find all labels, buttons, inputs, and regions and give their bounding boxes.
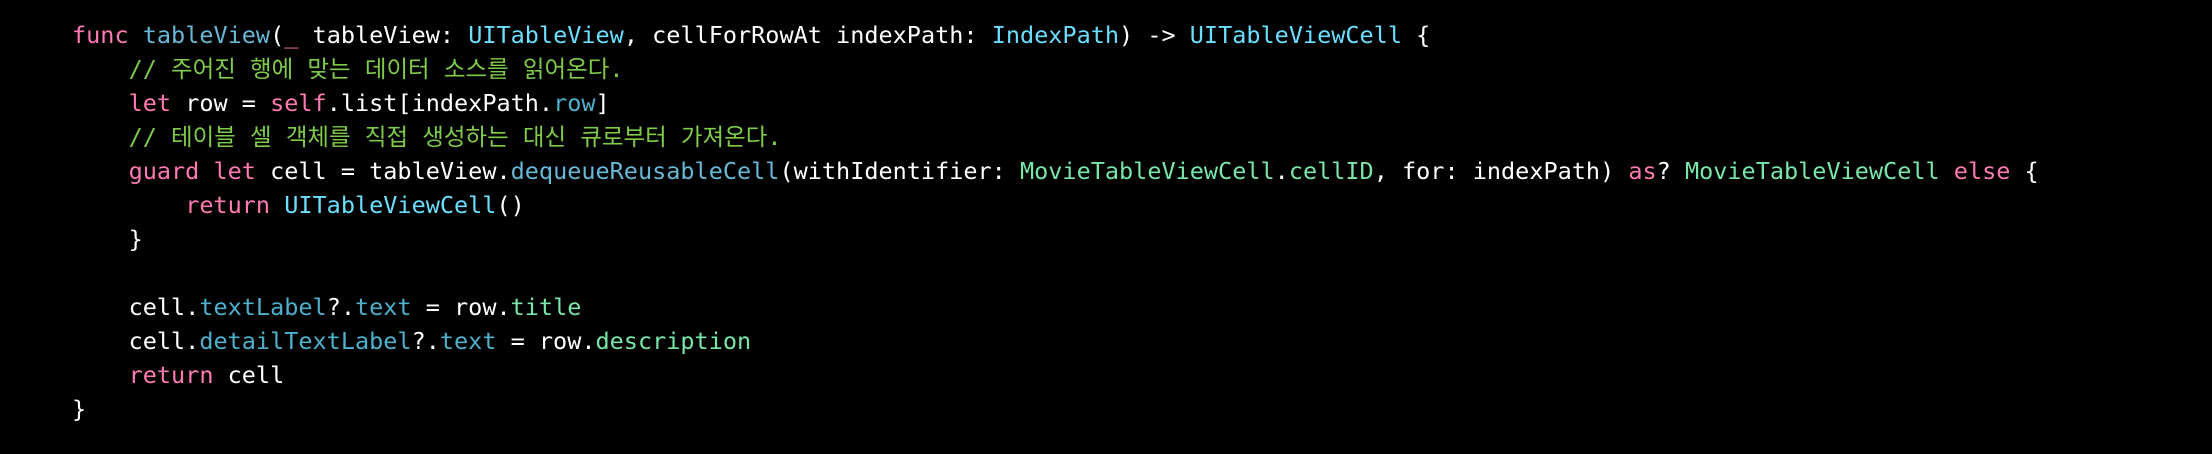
code-token: ] <box>595 89 610 117</box>
code-token: row <box>553 89 596 117</box>
code-token: text <box>439 327 497 355</box>
code-token: (withIdentifier: <box>779 157 1020 185</box>
code-token: MovieTableViewCell <box>1684 157 1940 185</box>
code-token: cell. <box>72 327 200 355</box>
code-token: UITableView <box>468 21 624 49</box>
code-token: // 주어진 행에 맞는 데이터 소스를 읽어온다. <box>72 55 624 83</box>
code-token: self <box>270 89 327 117</box>
code-token: , cellForRowAt indexPath: <box>623 21 992 49</box>
code-line: // 테이블 셀 객체를 직접 생성하는 대신 큐로부터 가져온다. <box>72 120 782 154</box>
code-token: ( <box>270 21 285 49</box>
code-token: UITableViewCell <box>284 191 497 219</box>
code-token: . <box>1274 157 1289 185</box>
code-token: { <box>1402 21 1431 49</box>
code-token: let <box>128 89 172 117</box>
code-line: guard let cell = tableView.dequeueReusab… <box>72 154 2039 188</box>
code-token: ? <box>1656 157 1685 185</box>
code-token: tableView: <box>298 21 469 49</box>
code-line: cell.textLabel?.text = row.title <box>72 290 582 324</box>
code-line: } <box>72 222 143 256</box>
code-line: return cell <box>72 358 285 392</box>
code-token: , for: indexPath) <box>1373 157 1629 185</box>
code-token: MovieTableViewCell <box>1019 157 1275 185</box>
code-token: else <box>1953 157 2011 185</box>
code-token: () <box>496 191 525 219</box>
code-token: .list[indexPath. <box>326 89 554 117</box>
code-token: _ <box>284 21 299 49</box>
code-token: let <box>213 157 256 185</box>
code-token: title <box>510 293 582 321</box>
code-editor: func tableView(_ tableView: UITableView,… <box>0 0 2212 454</box>
code-token: tableView <box>142 21 271 49</box>
code-token: ) -> <box>1119 21 1190 49</box>
code-token: IndexPath <box>991 21 1120 49</box>
code-token: } <box>72 225 143 253</box>
code-token: textLabel <box>199 293 327 321</box>
code-token: cell. <box>72 293 200 321</box>
code-token: return <box>185 191 271 219</box>
code-line: func tableView(_ tableView: UITableView,… <box>72 18 1430 52</box>
code-token: } <box>72 395 87 423</box>
code-token: return <box>128 361 214 389</box>
code-token: guard <box>128 157 200 185</box>
code-token: cell <box>213 361 285 389</box>
code-token: detailTextLabel <box>199 327 412 355</box>
code-token: func <box>72 21 129 49</box>
code-token: dequeueReusableCell <box>510 157 780 185</box>
code-line: } <box>72 392 86 426</box>
code-token: description <box>595 327 752 355</box>
code-token: row = <box>171 89 271 117</box>
code-token: { <box>2010 157 2039 185</box>
code-token: UITableViewCell <box>1189 21 1403 49</box>
code-token: = row. <box>496 327 596 355</box>
code-line: return UITableViewCell() <box>72 188 525 222</box>
code-token: // 테이블 셀 객체를 직접 생성하는 대신 큐로부터 가져온다. <box>72 123 782 151</box>
code-token: ?. <box>326 293 355 321</box>
code-token: text <box>354 293 412 321</box>
code-line: let row = self.list[indexPath.row] <box>72 86 610 120</box>
code-token: ?. <box>411 327 440 355</box>
code-token: cellID <box>1288 157 1374 185</box>
code-token: as <box>1628 157 1657 185</box>
code-line: // 주어진 행에 맞는 데이터 소스를 읽어온다. <box>72 52 624 86</box>
code-token: cell = tableView. <box>255 157 511 185</box>
code-line: cell.detailTextLabel?.text = row.descrip… <box>72 324 752 358</box>
code-token: = row. <box>411 293 511 321</box>
